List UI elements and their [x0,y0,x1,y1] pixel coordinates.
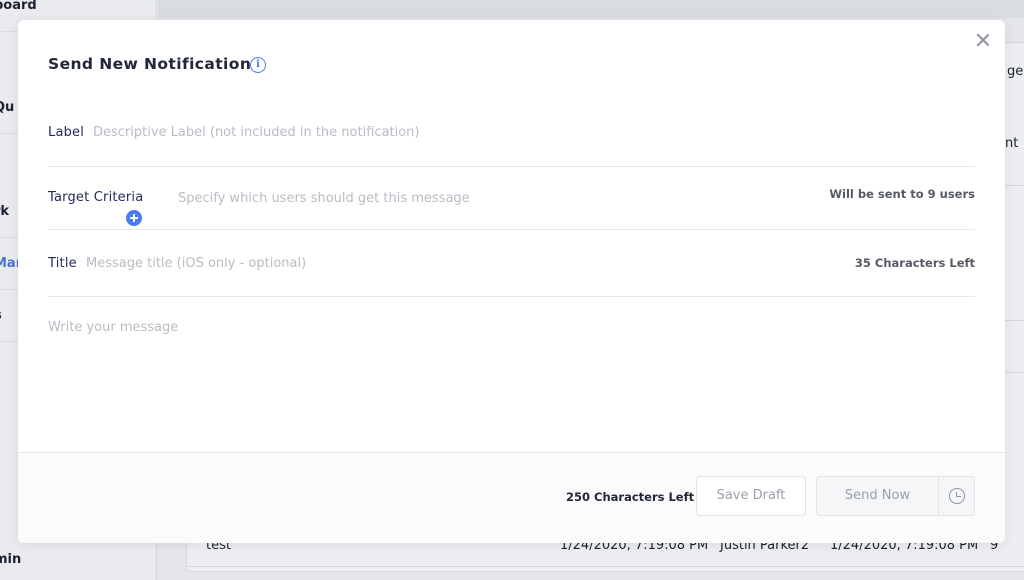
schedule-button[interactable] [938,476,975,516]
background-fragment: ge [1007,64,1024,79]
message-chars-left: 250 Characters Left [566,490,695,504]
title-input[interactable] [86,256,686,271]
recipient-count: Will be sent to 9 users [829,187,975,201]
label-row: Label [48,106,975,167]
close-icon[interactable] [975,32,991,48]
modal-title: Send New Notification [48,55,252,73]
background-fragment: nt [1005,136,1019,151]
label-field-label: Label [48,125,85,140]
background-row-divider [186,566,1024,567]
target-criteria-row: Target Criteria Will be sent to 9 users [48,167,975,230]
plus-circle-icon[interactable] [126,210,142,226]
send-notification-modal: Send New Notification i Label Target Cri… [18,20,1005,543]
info-icon[interactable]: i [250,57,266,73]
title-row: Title 35 Characters Left [48,230,975,297]
send-now-button[interactable]: Send Now [816,476,939,516]
label-input[interactable] [93,125,693,140]
message-textarea[interactable] [48,320,975,440]
clock-icon [949,488,965,504]
background-topbar [158,0,1024,18]
target-criteria-input[interactable] [178,191,778,206]
title-chars-left: 35 Characters Left [854,256,975,270]
title-field-label: Title [48,256,77,271]
target-criteria-label: Target Criteria [48,190,144,205]
save-draft-button[interactable]: Save Draft [696,476,806,516]
